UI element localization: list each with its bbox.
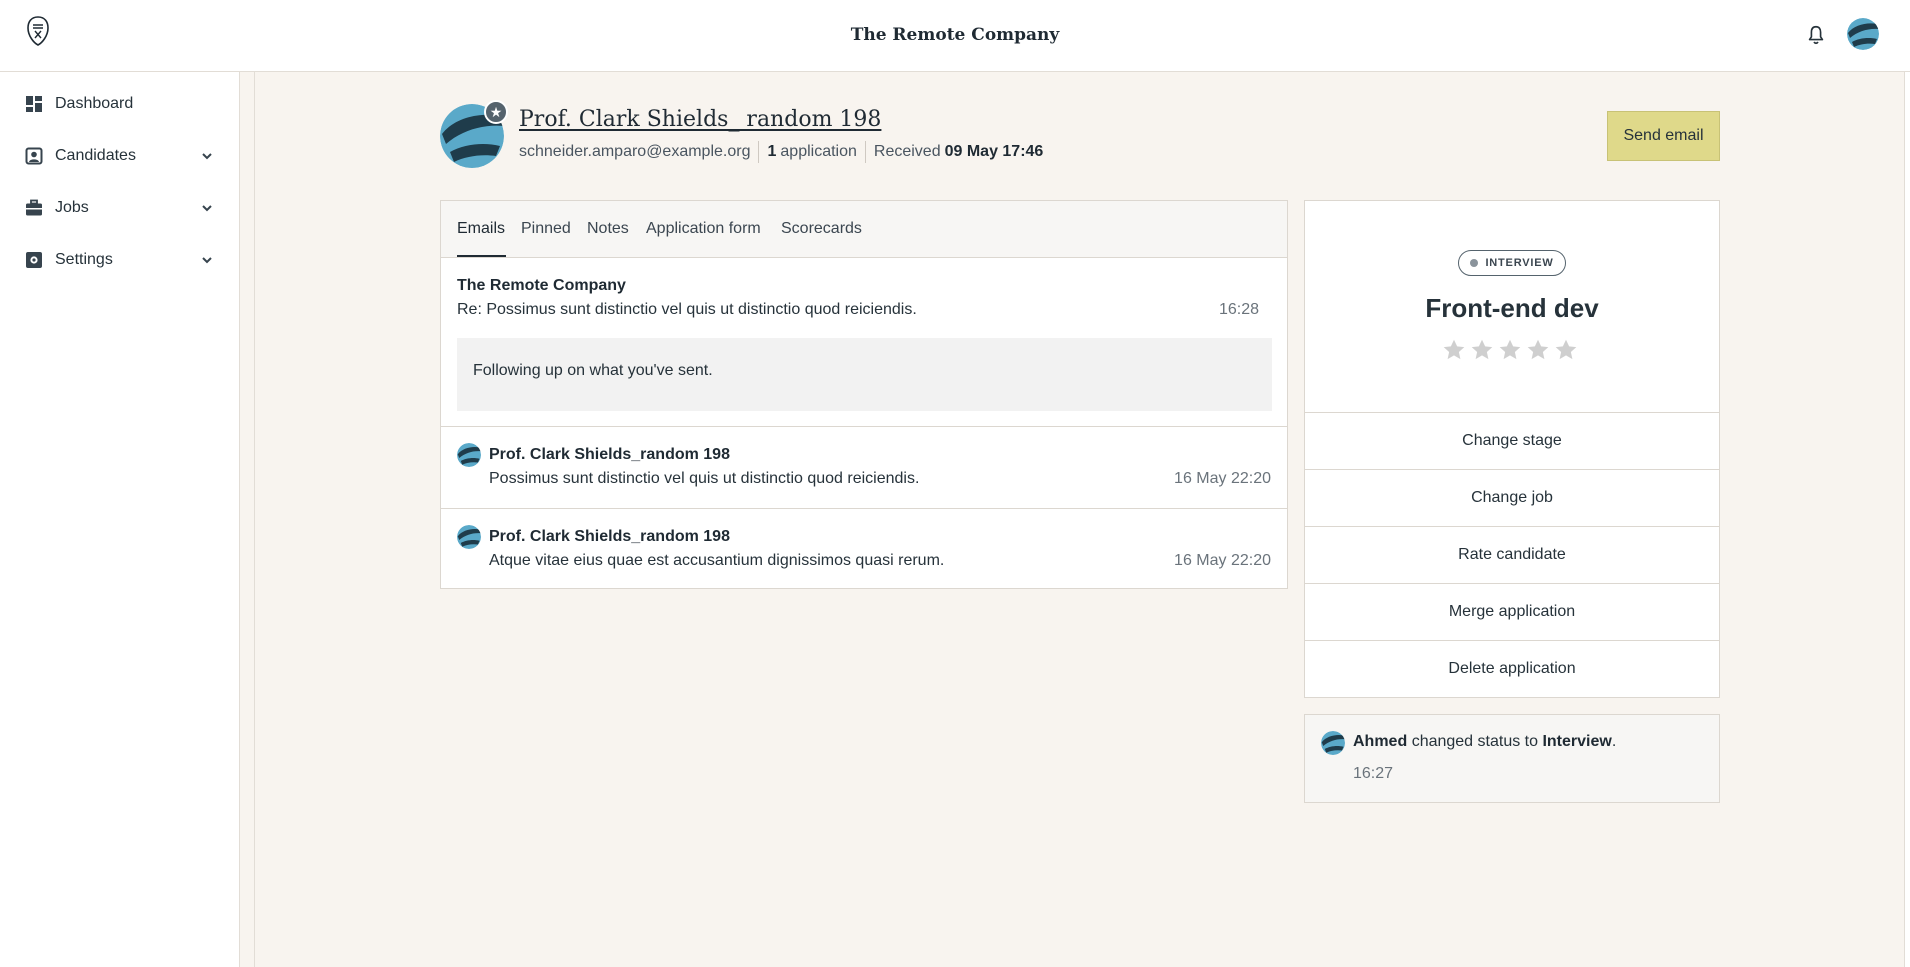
tab-bar: Emails Pinned Notes Application form Sco… <box>441 201 1287 258</box>
meta-divider <box>864 141 866 163</box>
sidebar-item-jobs[interactable]: Jobs <box>0 188 240 228</box>
chevron-down-icon[interactable] <box>200 201 214 215</box>
email-sender: Prof. Clark Shields_random 198 <box>489 528 730 545</box>
candidate-meta: schneider.amparo@example.org 1 applicati… <box>519 141 1043 163</box>
chevron-down-icon[interactable] <box>200 253 214 267</box>
email-subject: Possimus sunt distinctio vel quis ut dis… <box>489 470 920 487</box>
activity-time: 16:27 <box>1353 765 1394 782</box>
sidebar-scrollbar[interactable] <box>241 72 255 967</box>
actor-avatar-image <box>1321 731 1345 755</box>
sender-avatar <box>457 525 481 549</box>
candidate-email: schneider.amparo@example.org <box>519 143 751 160</box>
settings-icon <box>26 252 42 268</box>
rating-stars[interactable] <box>1441 337 1581 363</box>
sidebar-item-label: Candidates <box>55 147 136 164</box>
tab-scorecards[interactable]: Scorecards <box>781 220 862 238</box>
application-label: application <box>780 143 857 160</box>
rate-candidate-button[interactable]: Rate candidate <box>1305 526 1719 583</box>
email-time: 16 May 22:20 <box>1174 470 1271 487</box>
star-badge-icon: ★ <box>484 100 508 124</box>
star-icon[interactable] <box>1553 337 1579 363</box>
activity-action: changed status to <box>1411 733 1538 750</box>
candidate-name[interactable]: Prof. Clark Shields_ random 198 <box>519 107 881 132</box>
jobs-icon <box>26 199 42 216</box>
job-title: Front-end dev <box>1425 293 1599 323</box>
sender-avatar <box>457 443 481 467</box>
notification-bell-icon[interactable] <box>1805 24 1827 46</box>
activity-end: . <box>1611 733 1617 750</box>
divider <box>441 508 1287 509</box>
application-count: 1 <box>767 143 777 160</box>
tab-application-form[interactable]: Application form <box>646 220 761 238</box>
stage-badge: INTERVIEW <box>1458 250 1566 276</box>
emails-card: Emails Pinned Notes Application form Sco… <box>440 200 1288 589</box>
sidebar-item-candidates[interactable]: Candidates <box>0 136 240 176</box>
star-icon[interactable] <box>1441 337 1467 363</box>
sender-avatar-image <box>457 525 481 549</box>
sidebar-item-label: Jobs <box>55 199 89 216</box>
sidebar-item-label: Dashboard <box>55 95 134 112</box>
send-email-button[interactable]: Send email <box>1607 111 1720 161</box>
email-body: Following up on what you've sent. <box>457 338 1272 411</box>
email-subject: Re: Possimus sunt distinctio vel quis ut… <box>457 301 917 318</box>
dashboard-icon <box>26 96 42 112</box>
star-icon[interactable] <box>1525 337 1551 363</box>
email-sender: Prof. Clark Shields_random 198 <box>489 446 730 463</box>
activity-text: Ahmed changed status to Interview. <box>1353 733 1616 751</box>
user-avatar-image <box>1847 18 1879 50</box>
tab-emails[interactable]: Emails <box>457 220 505 238</box>
email-sender: The Remote Company <box>457 277 626 294</box>
active-tab-indicator <box>457 255 506 257</box>
sidebar: Dashboard Candidates Jobs Settings <box>0 72 240 967</box>
activity-item: Ahmed changed status to Interview. 16:27 <box>1304 714 1720 803</box>
star-icon[interactable] <box>1497 337 1523 363</box>
sidebar-item-label: Settings <box>55 251 113 268</box>
email-subject: Atque vitae eius quae est accusantium di… <box>489 552 945 569</box>
sidebar-item-settings[interactable]: Settings <box>0 240 240 280</box>
received-label: Received <box>873 143 941 160</box>
divider <box>441 426 1287 427</box>
actor-avatar <box>1321 731 1345 755</box>
candidates-icon <box>25 147 43 165</box>
star-icon[interactable] <box>1469 337 1495 363</box>
page-scrollbar[interactable] <box>1904 72 1910 967</box>
meta-divider <box>758 141 760 163</box>
delete-application-button[interactable]: Delete application <box>1305 640 1719 697</box>
company-title: The Remote Company <box>850 25 1060 45</box>
user-avatar[interactable] <box>1847 18 1879 50</box>
activity-status: Interview <box>1542 733 1612 750</box>
tab-notes[interactable]: Notes <box>587 220 629 238</box>
application-card: INTERVIEW Front-end dev Change stage Cha… <box>1304 200 1720 698</box>
stage-label: INTERVIEW <box>1485 257 1554 269</box>
activity-actor: Ahmed <box>1353 733 1408 750</box>
received-date: 09 May 17:46 <box>944 143 1044 160</box>
tab-pinned[interactable]: Pinned <box>521 220 571 238</box>
stage-dot-icon <box>1470 259 1479 267</box>
chevron-down-icon[interactable] <box>200 149 214 163</box>
sender-avatar-image <box>457 443 481 467</box>
change-stage-button[interactable]: Change stage <box>1305 412 1719 469</box>
email-time: 16 May 22:20 <box>1174 552 1271 569</box>
sidebar-item-dashboard[interactable]: Dashboard <box>0 84 240 124</box>
change-job-button[interactable]: Change job <box>1305 469 1719 526</box>
email-time: 16:28 <box>1219 301 1260 318</box>
top-bar: The Remote Company <box>0 0 1910 72</box>
merge-application-button[interactable]: Merge application <box>1305 583 1719 640</box>
